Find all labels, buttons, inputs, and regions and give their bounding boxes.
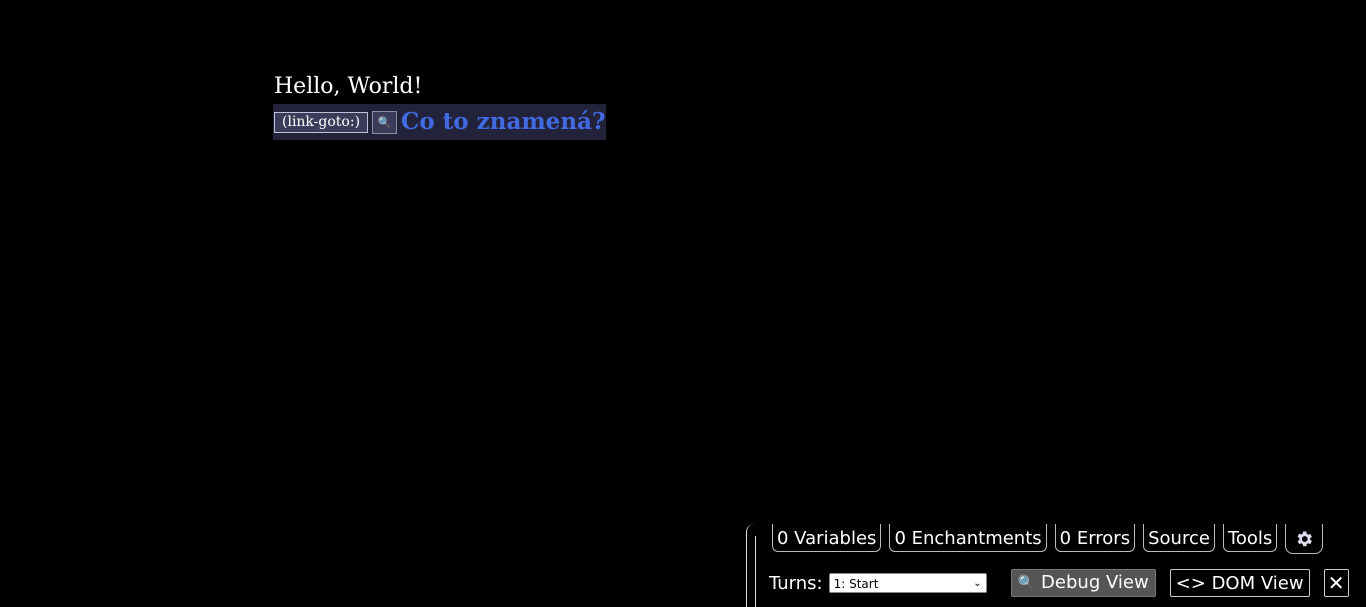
chevron-down-icon: ⌄ [973, 578, 982, 589]
close-icon: ✕ [1327, 571, 1345, 595]
link-goto-macro: (link-goto:) 🔍 Co to znamená? [273, 104, 606, 140]
story-passage: Hello, World! (link-goto:) 🔍 Co to zname… [273, 73, 606, 140]
passage-link[interactable]: Co to znamená? [401, 107, 605, 137]
turns-label: Turns: [769, 572, 823, 594]
macro-name-tag: (link-goto:) [274, 111, 369, 133]
dom-view-button[interactable]: <> DOM View [1169, 569, 1310, 597]
gear-icon [1297, 531, 1313, 546]
debug-panel: 0 Variables 0 Enchantments 0 Errors Sour… [746, 524, 1366, 607]
magnifier-icon: 🔍 [1017, 575, 1036, 591]
debug-controls: Turns: 1: Start ⌄ 🔍 Debug View <> DOM Vi… [769, 568, 1349, 598]
debug-tabs: 0 Variables 0 Enchantments 0 Errors Sour… [772, 524, 1324, 554]
tab-source[interactable]: Source [1143, 524, 1215, 552]
tab-tools[interactable]: Tools [1222, 524, 1278, 552]
inspect-macro-button[interactable]: 🔍 [372, 110, 398, 134]
turns-select[interactable]: 1: Start ⌄ [828, 573, 987, 593]
passage-text: Hello, World! [274, 74, 423, 99]
debug-view-label: Debug View [1041, 572, 1149, 593]
settings-button[interactable] [1285, 524, 1324, 554]
magnifier-icon: 🔍 [377, 115, 392, 129]
tab-enchantments[interactable]: 0 Enchantments [889, 524, 1047, 552]
debug-view-button[interactable]: 🔍 Debug View [1010, 569, 1156, 597]
tab-variables[interactable]: 0 Variables [772, 524, 882, 552]
panel-inner-border [755, 536, 756, 607]
turns-selected-value: 1: Start [833, 577, 879, 591]
close-button[interactable]: ✕ [1323, 569, 1349, 597]
tab-errors[interactable]: 0 Errors [1054, 524, 1136, 552]
